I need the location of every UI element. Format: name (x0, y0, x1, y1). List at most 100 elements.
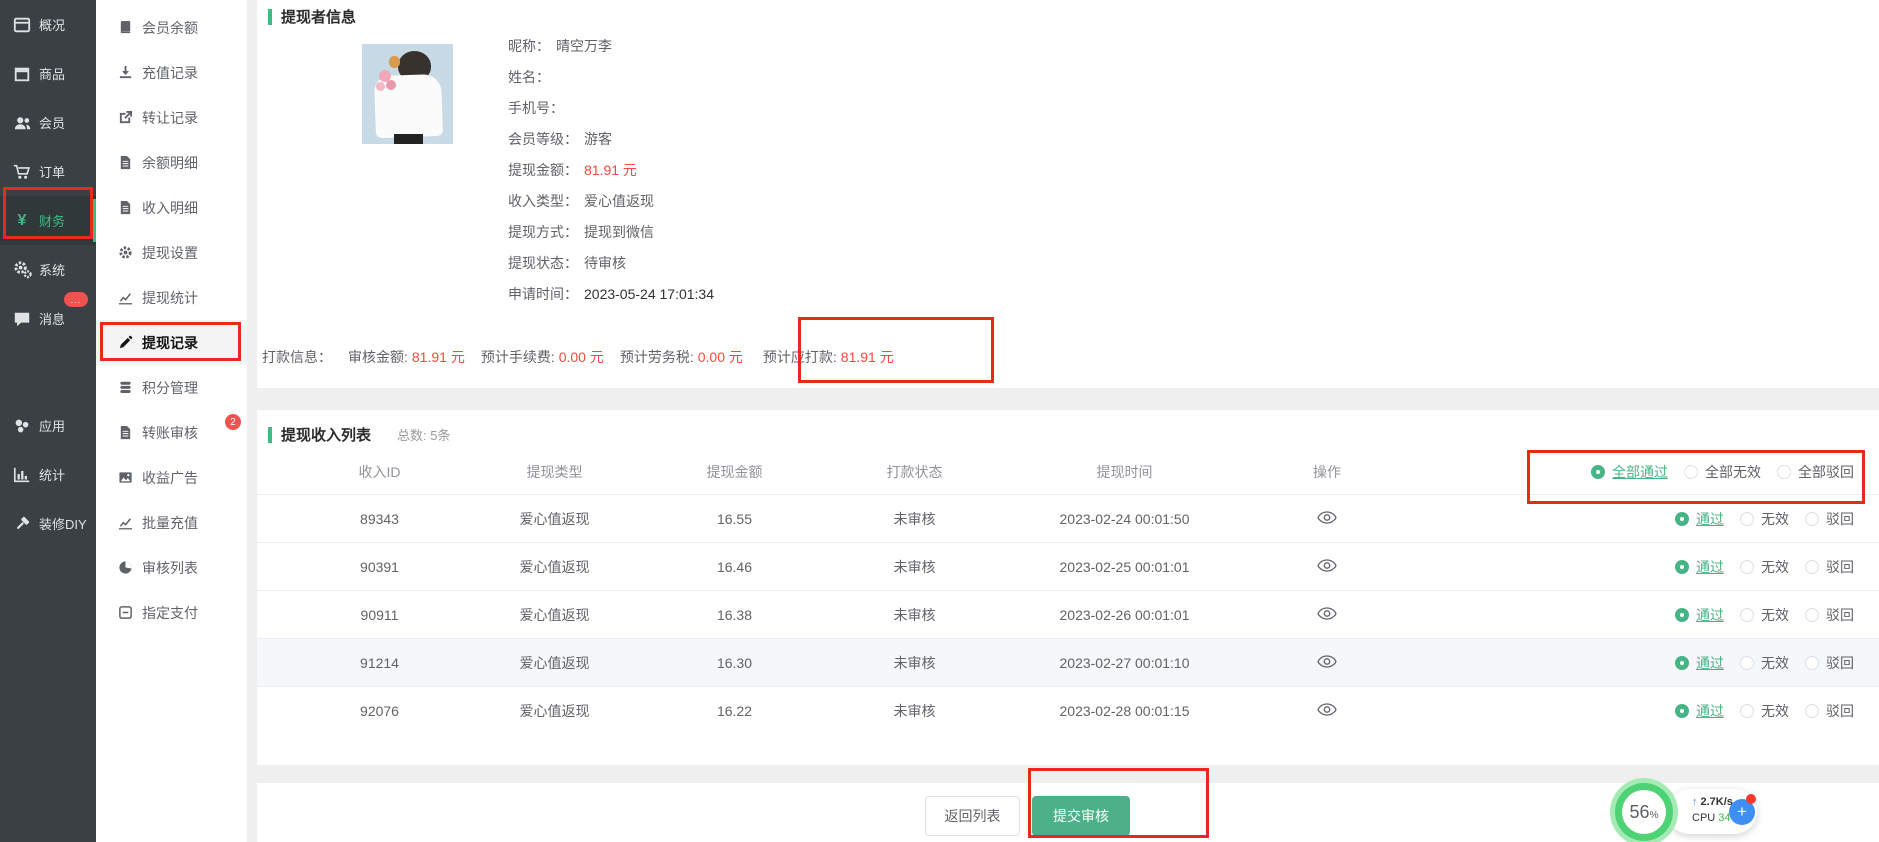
field-phone: 手机号： (508, 92, 714, 123)
bulk-invalid-radio[interactable]: 全部无效 (1684, 462, 1761, 482)
submenu-item-transfer-records[interactable]: 转让记录 (96, 95, 247, 140)
row-action-radios: 通过 无效 驳回 (1542, 653, 1854, 673)
bulk-reject-radio[interactable]: 全部驳回 (1777, 462, 1854, 482)
sidebar-item-apps[interactable]: 应用 (0, 401, 96, 450)
sidebar-item-stats[interactable]: 统计 (0, 450, 96, 499)
radio-icon (1684, 465, 1698, 479)
sidebar-item-diy[interactable]: 装修DIY (0, 499, 96, 548)
radio-icon (1740, 560, 1754, 574)
payment-info-label: 打款信息： (262, 347, 332, 367)
bulk-approve-radio[interactable]: 全部通过 (1591, 462, 1668, 482)
document-icon (117, 425, 133, 441)
approve-radio[interactable]: 通过 (1675, 701, 1724, 721)
submit-review-button[interactable]: 提交审核 (1032, 796, 1130, 836)
field-member-level: 会员等级：游客 (508, 123, 714, 154)
field-withdraw-method: 提现方式：提现到微信 (508, 216, 714, 247)
sidebar-item-members[interactable]: 会员 (0, 98, 96, 147)
messages-icon (12, 309, 32, 329)
view-eye-icon[interactable] (1317, 559, 1337, 572)
gear-icon (117, 245, 133, 261)
line-chart-icon (117, 290, 133, 306)
radio-checked-icon (1675, 608, 1689, 622)
submenu-item-points[interactable]: 积分管理 (96, 365, 247, 410)
radio-icon (1805, 608, 1819, 622)
section-title: 提现收入列表 (281, 424, 371, 445)
view-eye-icon[interactable] (1317, 655, 1337, 668)
submenu-item-batch-recharge[interactable]: 批量充值 (96, 500, 247, 545)
sidebar-item-finance[interactable]: ¥ 财务 (0, 196, 96, 245)
submenu-item-member-balance[interactable]: 会员余额 (96, 5, 247, 50)
orders-icon (12, 162, 32, 182)
radio-icon (1805, 512, 1819, 526)
withdrawer-info-header: 提现者信息 (268, 6, 356, 27)
reject-radio[interactable]: 驳回 (1805, 557, 1854, 577)
reject-radio[interactable]: 驳回 (1805, 509, 1854, 529)
percent-value: 56 (1630, 790, 1650, 834)
income-list-panel: 提现收入列表 总数: 5条 收入ID 提现类型 提现金额 打款状态 提现时间 操… (257, 410, 1879, 765)
submenu-item-audit-list[interactable]: 审核列表 (96, 545, 247, 590)
view-eye-icon[interactable] (1317, 511, 1337, 524)
main-content: 提现者信息 昵称：晴空万李 姓名： 手机号： 会员等级：游客 提现金额：81.9… (247, 0, 1879, 842)
submenu-item-assigned-pay[interactable]: 指定支付 (96, 590, 247, 635)
reject-radio[interactable]: 驳回 (1805, 701, 1854, 721)
labor-tax-field: 预计劳务税:0.00 元 (620, 347, 743, 367)
footer-buttons: 返回列表 提交审核 (925, 796, 1130, 836)
invalid-radio[interactable]: 无效 (1740, 605, 1789, 625)
radio-icon (1740, 656, 1754, 670)
approve-radio[interactable]: 通过 (1675, 605, 1724, 625)
row-action-radios: 通过 无效 驳回 (1542, 557, 1854, 577)
apps-icon (12, 416, 32, 436)
approve-radio[interactable]: 通过 (1675, 557, 1724, 577)
minus-square-icon (117, 605, 133, 621)
radio-icon (1740, 704, 1754, 718)
monitor-percent-circle[interactable]: 56% (1622, 790, 1666, 834)
sidebar-item-overview[interactable]: 概况 (0, 0, 96, 49)
stats-icon (12, 465, 32, 485)
section-accent-bar (268, 9, 272, 25)
back-to-list-button[interactable]: 返回列表 (925, 796, 1020, 836)
sidebar-item-goods[interactable]: 商品 (0, 49, 96, 98)
goods-icon (12, 64, 32, 84)
reject-radio[interactable]: 驳回 (1805, 605, 1854, 625)
invalid-radio[interactable]: 无效 (1740, 509, 1789, 529)
sidebar-item-system[interactable]: 系统 (0, 245, 96, 294)
approve-radio[interactable]: 通过 (1675, 509, 1724, 529)
invalid-radio[interactable]: 无效 (1740, 653, 1789, 673)
avatar-art (394, 134, 423, 144)
row-action-radios: 通过 无效 驳回 (1542, 605, 1854, 625)
field-income-type: 收入类型：爱心值返现 (508, 185, 714, 216)
database-icon (117, 380, 133, 396)
sidebar-item-messages[interactable]: 消息 ... (0, 294, 96, 343)
audit-amount-field: 审核金额:81.91 元 (348, 347, 465, 367)
withdrawer-fields: 昵称：晴空万李 姓名： 手机号： 会员等级：游客 提现金额：81.91 元 收入… (508, 30, 714, 309)
admin-app: 概况 商品 会员 订单 ¥ 财务 系统 消息 ... 应用 (0, 0, 1879, 842)
avatar-art (386, 80, 396, 90)
submenu-item-recharge-records[interactable]: 充值记录 (96, 50, 247, 95)
external-link-icon (117, 110, 133, 126)
sidebar-item-orders[interactable]: 订单 (0, 147, 96, 196)
submenu-item-withdraw-settings[interactable]: 提现设置 (96, 230, 247, 275)
view-eye-icon[interactable] (1317, 703, 1337, 716)
approve-radio[interactable]: 通过 (1675, 653, 1724, 673)
image-icon (117, 470, 133, 486)
invalid-radio[interactable]: 无效 (1740, 557, 1789, 577)
field-nickname: 昵称：晴空万李 (508, 30, 714, 61)
table-row: 92076 爱心值返现 16.22 未审核 2023-02-28 00:01:1… (257, 687, 1879, 735)
monitor-alert-dot (1746, 794, 1756, 804)
system-icon (12, 260, 32, 280)
submenu-item-withdraw-stats[interactable]: 提现统计 (96, 275, 247, 320)
submenu-item-revenue-ads[interactable]: 收益广告 (96, 455, 247, 500)
radio-checked-icon (1675, 656, 1689, 670)
view-eye-icon[interactable] (1317, 607, 1337, 620)
submenu-item-income-detail[interactable]: 收入明细 (96, 185, 247, 230)
submenu-item-transfer-audit[interactable]: 转账审核 2 (96, 410, 247, 455)
reject-radio[interactable]: 驳回 (1805, 653, 1854, 673)
messages-badge: ... (64, 292, 88, 307)
section-title: 提现者信息 (281, 6, 356, 27)
submenu-item-balance-detail[interactable]: 余额明细 (96, 140, 247, 185)
document-icon (117, 200, 133, 216)
submenu-item-withdraw-records[interactable]: 提现记录 (96, 320, 247, 365)
field-withdraw-amount: 提现金额：81.91 元 (508, 154, 714, 185)
invalid-radio[interactable]: 无效 (1740, 701, 1789, 721)
book-icon (117, 20, 133, 36)
